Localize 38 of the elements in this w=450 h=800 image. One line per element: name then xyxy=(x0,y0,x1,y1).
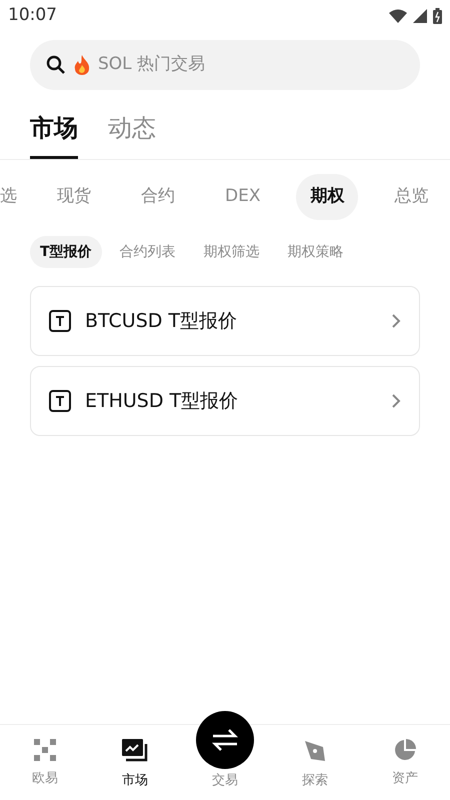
card-title: ETHUSD T型报价 xyxy=(85,388,240,414)
sub-tab[interactable]: T型报价 xyxy=(30,236,102,268)
quote-card[interactable]: ETHUSD T型报价 xyxy=(30,366,420,436)
status-time: 10:07 xyxy=(8,4,57,28)
quote-card[interactable]: BTCUSD T型报价 xyxy=(30,286,420,356)
swap-icon xyxy=(210,727,240,753)
nav-tab[interactable]: 市场 xyxy=(90,725,180,800)
category-tab[interactable]: DEX xyxy=(211,174,274,220)
search-field[interactable]: SOL 热门交易 xyxy=(30,40,420,90)
card-title: BTCUSD T型报价 xyxy=(85,308,238,334)
t-box-icon xyxy=(49,310,71,332)
main-tab[interactable]: 动态 xyxy=(108,110,156,159)
nav-tab[interactable]: 欧易 xyxy=(0,725,90,800)
sub-tab[interactable]: 合约列表 xyxy=(110,236,186,268)
battery-icon xyxy=(433,8,442,24)
nav-tab[interactable]: 资产 xyxy=(360,725,450,800)
chart-icon xyxy=(122,739,148,763)
pie-icon xyxy=(394,739,416,761)
main-tab[interactable]: 市场 xyxy=(30,110,78,159)
nav-tab[interactable]: 探索 xyxy=(270,725,360,800)
flame-icon xyxy=(74,55,90,75)
wifi-icon xyxy=(389,9,407,23)
chevron-right-icon xyxy=(391,313,401,329)
category-tab[interactable]: 总览 xyxy=(380,174,442,220)
compass-icon xyxy=(303,739,327,763)
category-tab[interactable]: 选 xyxy=(0,174,21,220)
category-tab[interactable]: 现货 xyxy=(43,174,105,220)
category-tab[interactable]: 合约 xyxy=(127,174,189,220)
search-icon xyxy=(46,55,66,75)
signal-icon xyxy=(413,9,427,23)
checker-icon xyxy=(34,739,56,761)
category-tab[interactable]: 期权 xyxy=(296,174,358,220)
nav-label: 交易 xyxy=(212,772,238,790)
search-input[interactable]: SOL 热门交易 xyxy=(98,52,404,78)
chevron-right-icon xyxy=(391,393,401,409)
sub-tab[interactable]: 期权策略 xyxy=(278,236,354,268)
sub-tab[interactable]: 期权筛选 xyxy=(194,236,270,268)
t-box-icon xyxy=(49,390,71,412)
